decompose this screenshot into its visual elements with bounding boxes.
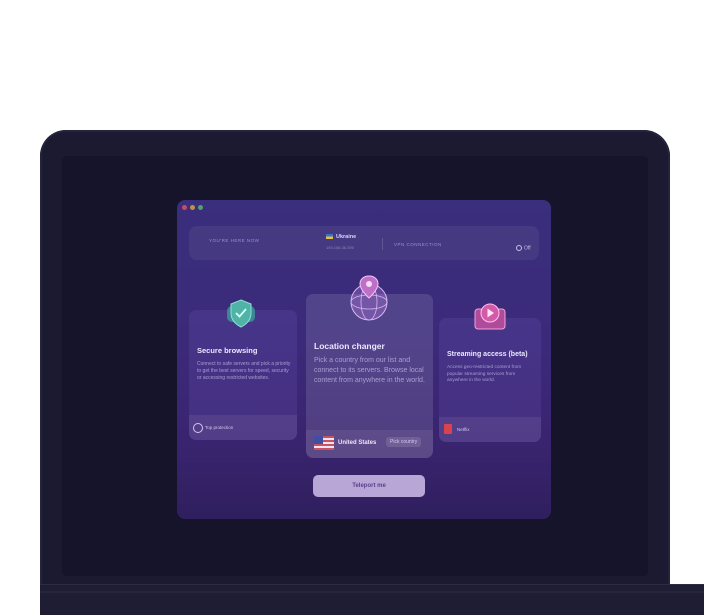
minimize-window-button[interactable] xyxy=(190,205,195,210)
card-footer-label: Top protection xyxy=(205,425,234,430)
shield-icon xyxy=(227,299,255,328)
card-footer: United States Pick country xyxy=(306,430,433,458)
vpn-toggle[interactable]: Off xyxy=(516,245,531,251)
maximize-window-button[interactable] xyxy=(198,205,203,210)
card-footer-label: Netflix xyxy=(457,427,470,432)
laptop-base xyxy=(40,584,704,615)
vpn-connection-label: VPN CONNECTION xyxy=(394,242,442,247)
netflix-icon xyxy=(444,424,452,434)
card-description: Access geo-restricted content from popul… xyxy=(447,365,522,384)
card-footer: Top protection xyxy=(189,415,297,440)
vpn-app-window: YOU'RE HERE NOW Ukraine 193.108.36.395 V… xyxy=(177,200,551,519)
card-footer: Netflix xyxy=(439,417,541,442)
current-ip: 193.108.36.395 xyxy=(326,245,354,250)
selected-country: United States xyxy=(338,440,377,446)
connection-status-bar: YOU'RE HERE NOW Ukraine 193.108.36.395 V… xyxy=(189,226,539,260)
current-country: Ukraine xyxy=(336,234,357,240)
current-location: Ukraine xyxy=(326,234,356,240)
pick-country-button[interactable]: Pick country xyxy=(386,437,422,447)
power-icon xyxy=(516,245,522,251)
close-window-button[interactable] xyxy=(182,205,187,210)
play-icon xyxy=(474,303,506,330)
vpn-status: Off xyxy=(524,245,531,252)
card-title: Secure browsing xyxy=(197,346,258,355)
us-flag-icon xyxy=(314,436,334,450)
teleport-button[interactable]: Teleport me xyxy=(313,475,425,497)
card-title: Location changer xyxy=(314,341,385,351)
check-circle-icon xyxy=(193,423,203,433)
card-title: Streaming access (beta) xyxy=(447,351,528,358)
card-streaming-access[interactable]: Streaming access (beta) Access geo-restr… xyxy=(439,318,541,442)
divider xyxy=(382,238,383,250)
card-description: Pick a country from our list and connect… xyxy=(314,357,425,384)
globe-pin-icon xyxy=(350,275,388,321)
card-description: Connect to safe servers and pick a prior… xyxy=(197,361,291,381)
ukraine-flag-icon xyxy=(326,234,333,240)
you-are-here-label: YOU'RE HERE NOW xyxy=(209,238,260,243)
